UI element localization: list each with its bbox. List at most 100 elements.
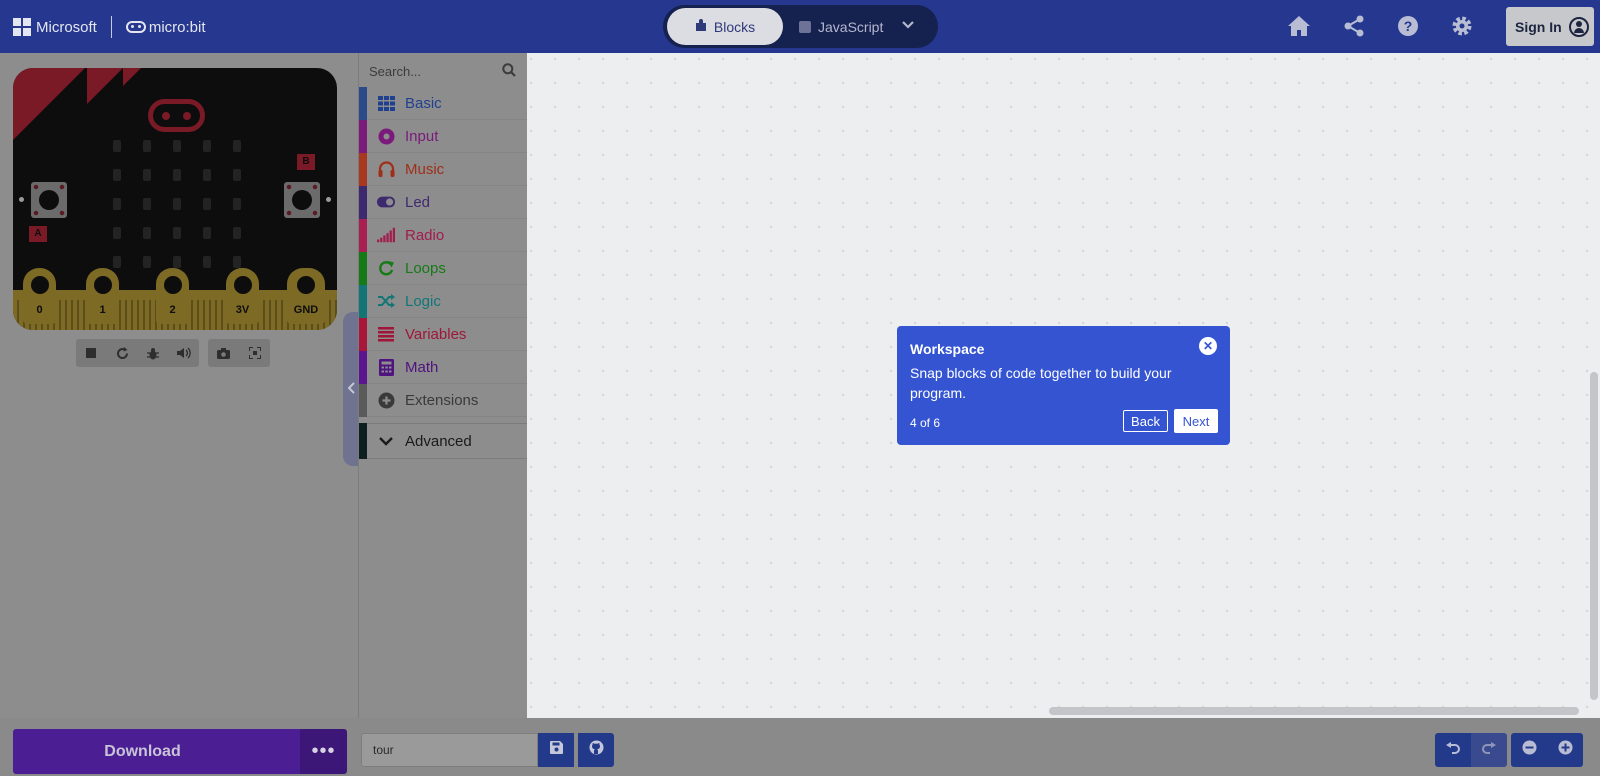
category-math[interactable]: Math bbox=[359, 350, 529, 384]
board-corner-decoration bbox=[87, 68, 123, 104]
settings-icon[interactable] bbox=[1450, 14, 1474, 38]
minus-circle-icon bbox=[1522, 740, 1537, 760]
toggle-icon bbox=[377, 193, 395, 211]
pin-1[interactable]: 1 bbox=[86, 268, 119, 324]
led-cell bbox=[233, 227, 241, 239]
javascript-icon bbox=[799, 20, 811, 33]
led-cell bbox=[203, 198, 211, 210]
board-corner-decoration bbox=[123, 68, 141, 86]
category-color-bar bbox=[359, 284, 367, 318]
sign-in-button[interactable]: Sign In bbox=[1506, 7, 1594, 46]
led-cell bbox=[113, 198, 121, 210]
stop-icon[interactable] bbox=[76, 339, 107, 367]
button-b-label: B bbox=[297, 154, 315, 170]
pin-2[interactable]: 2 bbox=[156, 268, 189, 324]
led-cell bbox=[233, 169, 241, 181]
collapse-simulator-button[interactable] bbox=[343, 312, 359, 466]
category-label: Loops bbox=[405, 259, 446, 277]
home-icon[interactable] bbox=[1287, 14, 1311, 38]
button-b[interactable] bbox=[284, 182, 320, 218]
led-cell bbox=[143, 198, 151, 210]
led-cell bbox=[203, 256, 211, 268]
chevron-down-icon bbox=[377, 432, 395, 450]
category-label: Music bbox=[405, 160, 445, 178]
category-color-bar bbox=[359, 423, 367, 459]
chevron-down-icon[interactable] bbox=[901, 17, 915, 34]
pin-0[interactable]: 0 bbox=[23, 268, 56, 324]
category-label: Led bbox=[405, 193, 431, 211]
led-cell bbox=[173, 169, 181, 181]
category-input[interactable]: Input bbox=[359, 119, 529, 153]
next-button[interactable]: Next bbox=[1174, 409, 1218, 433]
category-radio[interactable]: Radio bbox=[359, 218, 529, 252]
screenshot-icon[interactable] bbox=[208, 339, 239, 367]
search-icon[interactable] bbox=[502, 63, 516, 77]
download-more-button[interactable]: ••• bbox=[300, 729, 347, 774]
category-loops[interactable]: Loops bbox=[359, 251, 529, 285]
pin-gnd[interactable]: GND bbox=[287, 268, 325, 324]
category-color-bar bbox=[359, 350, 367, 384]
category-led[interactable]: Led bbox=[359, 185, 529, 219]
category-extensions[interactable]: Extensions bbox=[359, 383, 529, 417]
tour-title: Workspace bbox=[910, 341, 985, 357]
restart-icon[interactable] bbox=[107, 339, 138, 367]
redo-icon bbox=[1482, 741, 1496, 759]
download-button[interactable]: Download bbox=[13, 729, 302, 774]
category-color-bar bbox=[359, 383, 367, 417]
led-cell bbox=[233, 256, 241, 268]
led-cell bbox=[113, 227, 121, 239]
save-icon bbox=[549, 741, 563, 759]
puzzle-icon bbox=[695, 18, 707, 35]
redo-button[interactable] bbox=[1471, 733, 1507, 767]
help-icon[interactable]: ? bbox=[1396, 14, 1420, 38]
category-label: Logic bbox=[405, 292, 441, 310]
category-color-bar bbox=[359, 251, 367, 285]
list-lines-icon bbox=[377, 325, 395, 343]
vertical-scrollbar[interactable] bbox=[1590, 372, 1598, 700]
simulator-panel: A B 0 1 2 3V GND bbox=[0, 53, 358, 724]
category-basic[interactable]: Basic bbox=[359, 86, 529, 120]
project-name-input[interactable] bbox=[361, 733, 538, 767]
category-color-bar bbox=[359, 86, 367, 120]
signal-bars-icon bbox=[377, 226, 395, 244]
brand-microbit: micro:bit bbox=[148, 18, 206, 36]
horizontal-scrollbar[interactable] bbox=[1049, 707, 1579, 715]
led-cell bbox=[143, 169, 151, 181]
javascript-mode-button[interactable]: JavaScript bbox=[799, 8, 883, 45]
brand[interactable]: Microsoft micro:bit bbox=[13, 16, 206, 38]
zoom-out-button[interactable] bbox=[1511, 733, 1547, 767]
github-button[interactable] bbox=[578, 733, 614, 767]
microbit-logo-icon bbox=[148, 99, 205, 132]
zoom-in-button[interactable] bbox=[1547, 733, 1583, 767]
led-cell bbox=[143, 140, 151, 152]
led-cell bbox=[113, 140, 121, 152]
search-input[interactable] bbox=[369, 62, 489, 80]
led-cell bbox=[113, 256, 121, 268]
category-logic[interactable]: Logic bbox=[359, 284, 529, 318]
button-a[interactable] bbox=[31, 182, 67, 218]
input-circle-icon bbox=[377, 127, 395, 145]
save-button[interactable] bbox=[538, 733, 574, 767]
pin-3v[interactable]: 3V bbox=[226, 268, 259, 324]
close-icon[interactable]: ✕ bbox=[1199, 337, 1217, 355]
category-variables[interactable]: Variables bbox=[359, 317, 529, 351]
led-cell bbox=[173, 198, 181, 210]
loop-arrow-icon bbox=[377, 259, 395, 277]
led-cell bbox=[173, 256, 181, 268]
debug-icon[interactable] bbox=[138, 339, 169, 367]
board-dot bbox=[326, 197, 331, 202]
fullscreen-icon[interactable] bbox=[239, 339, 270, 367]
mute-icon[interactable] bbox=[168, 339, 199, 367]
blocks-mode-button[interactable]: Blocks bbox=[667, 8, 783, 45]
microsoft-logo-icon bbox=[13, 18, 31, 36]
microbit-board[interactable]: A B 0 1 2 3V GND bbox=[13, 68, 337, 330]
share-icon[interactable] bbox=[1342, 14, 1366, 38]
category-label: Math bbox=[405, 358, 439, 376]
category-music[interactable]: Music bbox=[359, 152, 529, 186]
category-advanced[interactable]: Advanced bbox=[359, 423, 529, 459]
tour-popover: Workspace ✕ Snap blocks of code together… bbox=[897, 326, 1230, 445]
undo-button[interactable] bbox=[1435, 733, 1471, 767]
category-color-bar bbox=[359, 317, 367, 351]
plus-circle-icon bbox=[377, 391, 395, 409]
back-button[interactable]: Back bbox=[1123, 410, 1168, 432]
